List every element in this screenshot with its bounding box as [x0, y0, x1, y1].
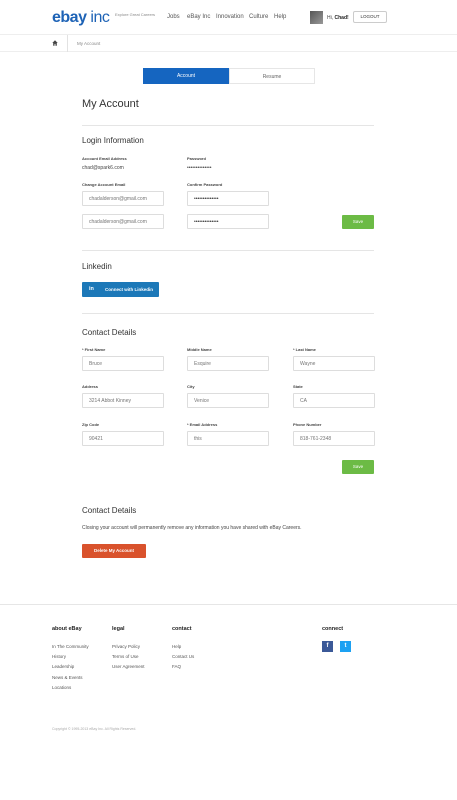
confirm-password-label: Confirm Password [187, 182, 223, 187]
address-input[interactable] [82, 393, 164, 408]
logo-inc: inc [90, 9, 110, 26]
footer-link-user-agreement[interactable]: User Agreement [112, 664, 145, 669]
delete-warning-text: Closing your account will permanently re… [82, 525, 302, 531]
footer-connect-title: connect [322, 626, 344, 632]
phone-number-input[interactable] [293, 431, 375, 446]
greeting-text: Hi, [327, 15, 334, 21]
phone-number-label: Phone Number [293, 422, 322, 427]
zip-code-input[interactable] [82, 431, 164, 446]
confirm-email-input[interactable] [82, 214, 164, 229]
footer-link-history[interactable]: History [52, 654, 66, 659]
state-input[interactable] [293, 393, 375, 408]
facebook-icon[interactable]: f [322, 641, 333, 652]
footer-legal-title: legal [112, 626, 125, 632]
site-footer: about eBay In The Community History Lead… [0, 604, 457, 800]
linkedin-button-label: Connect with Linkedin [105, 287, 153, 292]
login-section-title: Login Information [82, 136, 144, 145]
footer-link-terms[interactable]: Terms of Use [112, 654, 139, 659]
divider [82, 125, 374, 126]
divider [82, 313, 374, 314]
connect-linkedin-button[interactable]: in Connect with Linkedin [82, 282, 159, 297]
copyright-text: Copyright © 1995-2013 eBay Inc. All Righ… [52, 727, 137, 731]
breadcrumb-divider [67, 35, 68, 52]
middle-name-input[interactable] [187, 356, 269, 371]
contact-section-title: Contact Details [82, 328, 137, 337]
email-address-input[interactable] [187, 431, 269, 446]
nav-jobs[interactable]: Jobs [167, 14, 180, 20]
linkedin-section-title: Linkedin [82, 262, 112, 271]
address-label: Address [82, 384, 99, 389]
delete-section-title: Contact Details [82, 506, 137, 515]
email-address-label: * Email Address [187, 422, 218, 427]
footer-link-contact-us[interactable]: Contact Us [172, 654, 194, 659]
footer-contact-title: contact [172, 626, 192, 632]
divider [82, 250, 374, 251]
state-label: State [293, 384, 303, 389]
footer-link-news-events[interactable]: News & Events [52, 675, 83, 680]
middle-name-label: Middle Name [187, 347, 212, 352]
tab-account[interactable]: Account [143, 68, 229, 84]
footer-about-title: about eBay [52, 626, 82, 632]
account-email-value: chad@spark6.com [82, 165, 124, 171]
page-title: My Account [82, 98, 139, 110]
contact-save-button[interactable]: Save [342, 460, 374, 474]
logout-button[interactable]: LOGOUT [353, 11, 387, 23]
footer-link-locations[interactable]: Locations [52, 685, 71, 690]
city-input[interactable] [187, 393, 269, 408]
ebay-inc-logo[interactable]: ebay inc [52, 9, 110, 27]
breadcrumb: My Account [0, 34, 457, 52]
linkedin-icon: in [89, 286, 94, 292]
first-name-label: * First Name [82, 347, 106, 352]
twitter-icon[interactable]: t [340, 641, 351, 652]
tagline: Explore Great Careers [115, 12, 156, 17]
footer-link-help[interactable]: Help [172, 644, 181, 649]
city-label: City [187, 384, 195, 389]
tab-resume[interactable]: Resume [229, 68, 315, 84]
last-name-label: * Last Name [293, 347, 316, 352]
footer-link-community[interactable]: In The Community [52, 644, 89, 649]
change-email-label: Change Account Email [82, 182, 126, 187]
zip-code-label: Zip Code [82, 422, 100, 427]
breadcrumb-current: My Account [77, 41, 101, 46]
footer-link-leadership[interactable]: Leadership [52, 664, 74, 669]
home-icon[interactable] [52, 40, 58, 46]
user-name: Chad! [334, 15, 349, 21]
footer-link-privacy[interactable]: Privacy Policy [112, 644, 140, 649]
nav-help[interactable]: Help [274, 14, 286, 20]
change-email-input[interactable] [82, 191, 164, 206]
user-greeting: Hi, Chad! [327, 15, 349, 21]
password-value: •••••••••••••• [187, 165, 212, 171]
nav-culture[interactable]: Culture [249, 14, 268, 20]
nav-ebay-inc[interactable]: eBay Inc [187, 14, 210, 20]
delete-account-button[interactable]: Delete My Account [82, 544, 146, 558]
logo-main: ebay [52, 9, 87, 26]
footer-link-faq[interactable]: FAQ [172, 664, 181, 669]
password-label: Password [187, 156, 206, 161]
login-save-button[interactable]: Save [342, 215, 374, 229]
nav-innovation[interactable]: Innovation [216, 14, 244, 20]
confirm-password-input[interactable] [187, 214, 269, 229]
password-input[interactable] [187, 191, 269, 206]
user-avatar[interactable] [310, 11, 323, 24]
site-header: ebay inc Explore Great Careers Jobs eBay… [0, 0, 457, 34]
account-email-label: Account Email Address [82, 156, 127, 161]
first-name-input[interactable] [82, 356, 164, 371]
last-name-input[interactable] [293, 356, 375, 371]
